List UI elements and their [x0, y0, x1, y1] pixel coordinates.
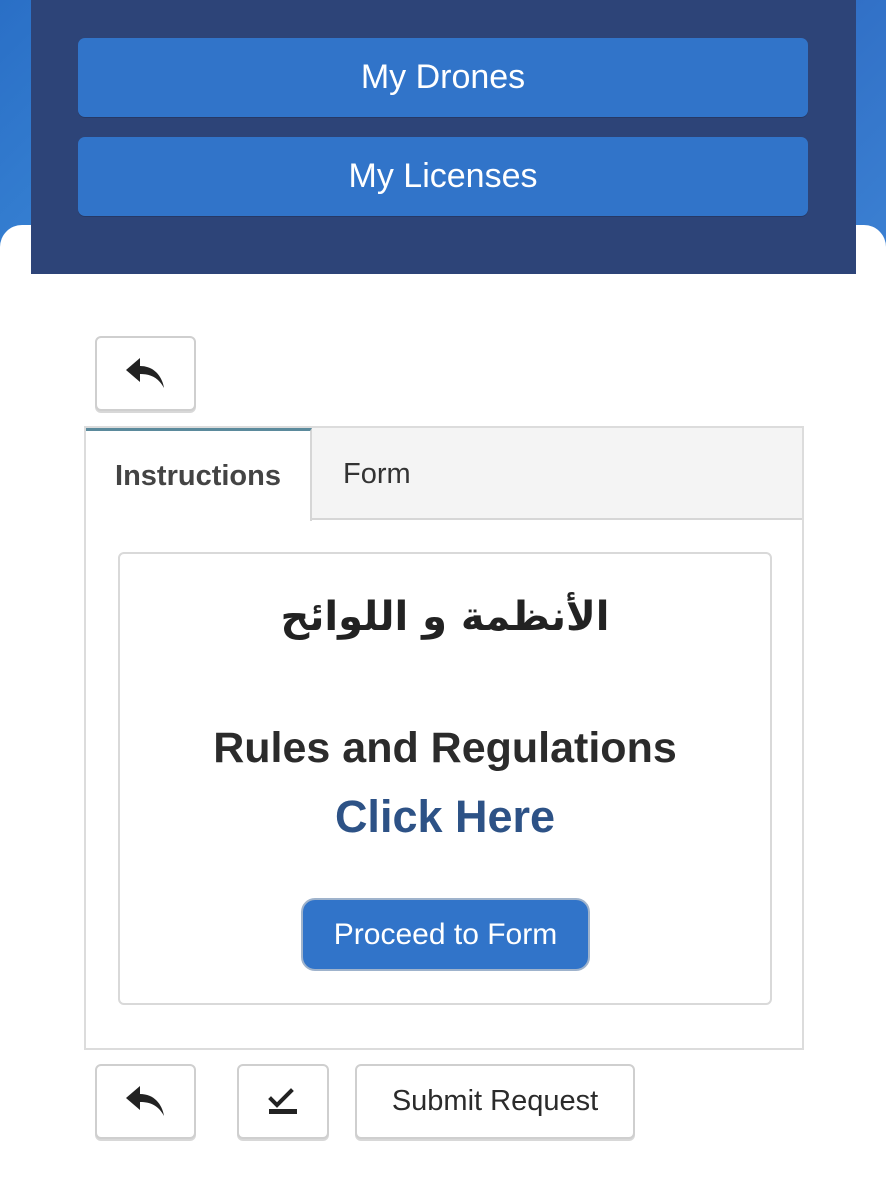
submit-request-button[interactable]: Submit Request	[355, 1064, 635, 1139]
tabs-container: Instructions Form الأنظمة و اللوائح Rule…	[84, 426, 804, 1050]
back-button-bottom[interactable]	[95, 1064, 196, 1139]
my-drones-button[interactable]: My Drones	[78, 38, 808, 117]
arabic-title: الأنظمة و اللوائح	[280, 594, 610, 640]
nav-panel: My Drones My Licenses	[31, 0, 856, 274]
rules-title: Rules and Regulations	[213, 724, 677, 772]
tab-form[interactable]: Form	[312, 428, 492, 520]
tab-strip: Instructions Form	[86, 428, 802, 521]
check-mark-icon	[268, 1087, 297, 1114]
proceed-to-form-button[interactable]: Proceed to Form	[301, 898, 590, 971]
click-here-link[interactable]: Click Here	[120, 791, 770, 843]
tab-instructions[interactable]: Instructions	[86, 428, 312, 521]
reply-arrow-icon	[125, 357, 164, 388]
my-licenses-button[interactable]: My Licenses	[78, 137, 808, 216]
reply-arrow-icon	[125, 1085, 164, 1116]
back-button-top[interactable]	[95, 336, 196, 411]
instructions-card: الأنظمة و اللوائح Rules and Regulations …	[118, 552, 772, 1005]
check-button[interactable]	[237, 1064, 329, 1139]
